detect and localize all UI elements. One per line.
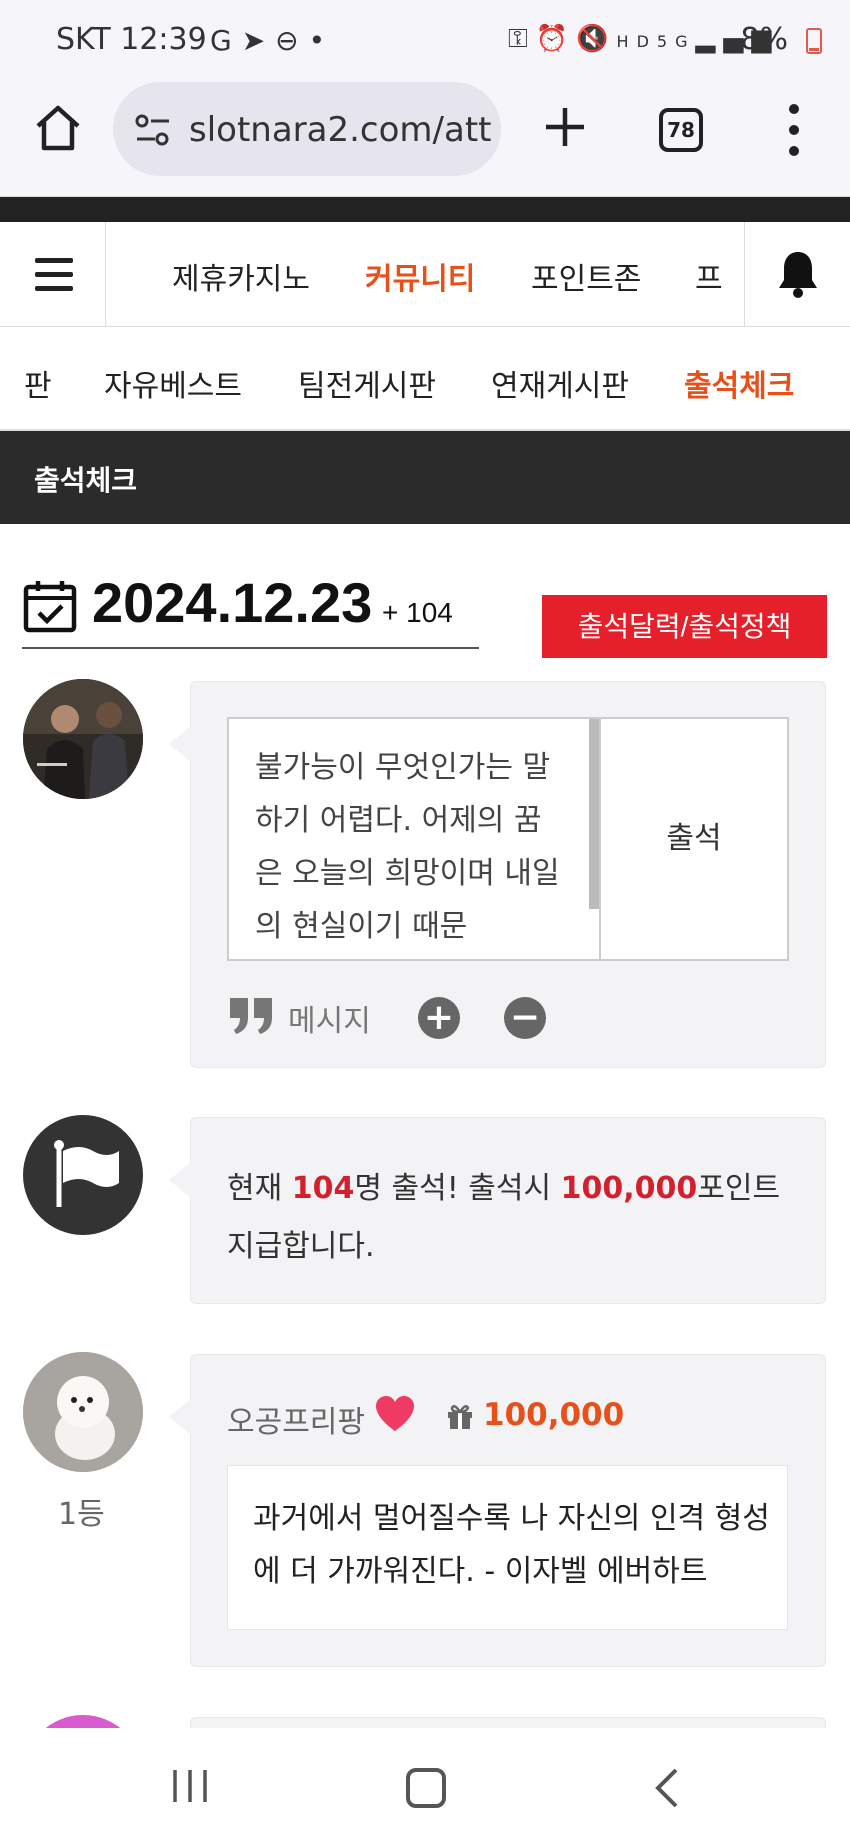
subnav-item-attendance[interactable]: 출석체크 — [684, 361, 794, 405]
entry-message-box: 과거에서 멀어질수록 나 자신의 인격 형성에 더 가까워진다. - 이자벨 에… — [227, 1465, 788, 1630]
status-bar: SKT 12:39 G➤⊖• ⚿⏰🔇HD5G▂▄▆ 8% — [0, 0, 850, 80]
info-line2: 지급합니다. — [227, 1229, 375, 1264]
attendance-policy-button[interactable]: 출석달력/출석정책 — [542, 595, 827, 658]
alarm-icon: ⏰ — [535, 24, 577, 54]
dot-icon: • — [308, 24, 336, 57]
entry-message: 과거에서 멀어질수록 나 자신의 인격 형성에 더 가까워진다. - 이자벨 에… — [253, 1501, 770, 1589]
browser-toolbar: slotnara2.com/att 78 — [0, 80, 850, 197]
key-icon: ⚿ — [508, 24, 536, 54]
sub-nav: 판 자유베스트 팀전게시판 연재게시판 출석체크 — [0, 327, 850, 431]
battery-icon — [806, 28, 822, 54]
info-prefix: 현재 — [227, 1171, 292, 1206]
add-message-button[interactable]: + — [418, 997, 460, 1039]
heart-icon — [376, 1396, 414, 1431]
nav-item-community[interactable]: 커뮤니티 — [365, 254, 475, 298]
attendance-count: + 104 — [382, 597, 453, 628]
minus-icon: − — [509, 997, 541, 1038]
dog-photo — [23, 1352, 143, 1472]
google-icon: G — [210, 24, 242, 57]
avatar-photo — [23, 679, 143, 799]
bell-icon — [779, 252, 817, 298]
main-nav: 제휴카지노 커뮤니티 포인트존 프 — [0, 222, 850, 327]
status-left-icons: G➤⊖• — [210, 24, 335, 57]
new-tab-icon[interactable] — [540, 102, 590, 152]
section-header: 출석체크 — [0, 431, 850, 524]
nav-item-truncated[interactable]: 프 — [695, 254, 723, 298]
gift-icon — [448, 1404, 472, 1429]
5g-icon: 5G — [656, 32, 696, 51]
status-right-icons: ⚿⏰🔇HD5G▂▄▆ — [508, 24, 779, 55]
plus-icon: + — [423, 997, 455, 1038]
entry-avatar — [23, 1352, 143, 1472]
hd-voice-icon: HD — [616, 32, 657, 51]
recent-apps-icon[interactable] — [170, 1768, 210, 1804]
subnav-item-free-best[interactable]: 자유베스트 — [104, 361, 242, 405]
subnav-item-serial-board[interactable]: 연재게시판 — [491, 361, 629, 405]
nav-item-pointzone[interactable]: 포인트존 — [531, 254, 641, 298]
info-suffix: 포인트 — [697, 1171, 781, 1206]
home-nav-icon[interactable] — [406, 1768, 446, 1808]
telegram-icon: ➤ — [241, 24, 276, 57]
status-time: SKT 12:39 — [56, 22, 207, 57]
url-text: slotnara2.com/att — [189, 110, 492, 150]
main-nav-items: 제휴카지노 커뮤니티 포인트존 프 — [107, 222, 743, 327]
calendar-icon — [23, 581, 77, 633]
battery-percent: 8% — [740, 22, 788, 57]
subnav-item-team-board[interactable]: 팀전게시판 — [298, 361, 436, 405]
attend-button[interactable]: 출석 — [599, 717, 789, 961]
notification-button[interactable] — [744, 222, 850, 327]
site-settings-icon[interactable] — [133, 112, 173, 148]
attendance-message-text: 불가능이 무엇인가는 말하기 어렵다. 어제의 꿈은 오늘의 희망이며 내일의 … — [255, 750, 560, 944]
info-points: 100,000 — [560, 1171, 698, 1206]
info-count: 104 — [291, 1171, 355, 1206]
flag-icon — [54, 1140, 119, 1207]
entry-username[interactable]: 오공프리팡 — [227, 1397, 365, 1441]
info-mid: 명 출석! 출석시 — [354, 1171, 561, 1206]
info-card — [169, 1117, 826, 1304]
quote-icon — [230, 998, 272, 1034]
more-menu-icon[interactable] — [780, 102, 808, 158]
entry-points: 100,000 — [483, 1397, 625, 1433]
entry-rank: 1등 — [58, 1497, 105, 1532]
attendance-date: 2024.12.23 — [92, 571, 373, 634]
nav-item-casino[interactable]: 제휴카지노 — [172, 254, 310, 298]
site-top-strip — [0, 197, 850, 222]
attendance-info: 현재 104명 출석! 출석시 100,000포인트 — [227, 1163, 780, 1207]
mute-icon: 🔇 — [576, 24, 617, 54]
textarea-scrollbar[interactable] — [589, 719, 599, 909]
back-icon[interactable] — [652, 1766, 682, 1810]
hamburger-menu-icon[interactable] — [0, 222, 106, 327]
dnd-icon: ⊖ — [275, 24, 309, 57]
user-avatar — [23, 679, 143, 799]
system-nav-bar — [0, 1728, 850, 1842]
subnav-item-truncated[interactable]: 판 — [24, 361, 52, 405]
tab-switcher-button[interactable]: 78 — [659, 108, 703, 152]
date-underline — [22, 647, 479, 649]
remove-message-button[interactable]: − — [504, 997, 546, 1039]
flag-avatar — [23, 1115, 143, 1235]
attendance-message-textarea[interactable]: 불가능이 무엇인가는 말하기 어렵다. 어제의 꿈은 오늘의 희망이며 내일의 … — [227, 717, 601, 961]
address-bar[interactable]: slotnara2.com/att — [113, 82, 501, 176]
home-icon[interactable] — [30, 100, 86, 156]
section-title: 출석체크 — [34, 464, 138, 497]
message-label: 메시지 — [288, 1004, 371, 1039]
